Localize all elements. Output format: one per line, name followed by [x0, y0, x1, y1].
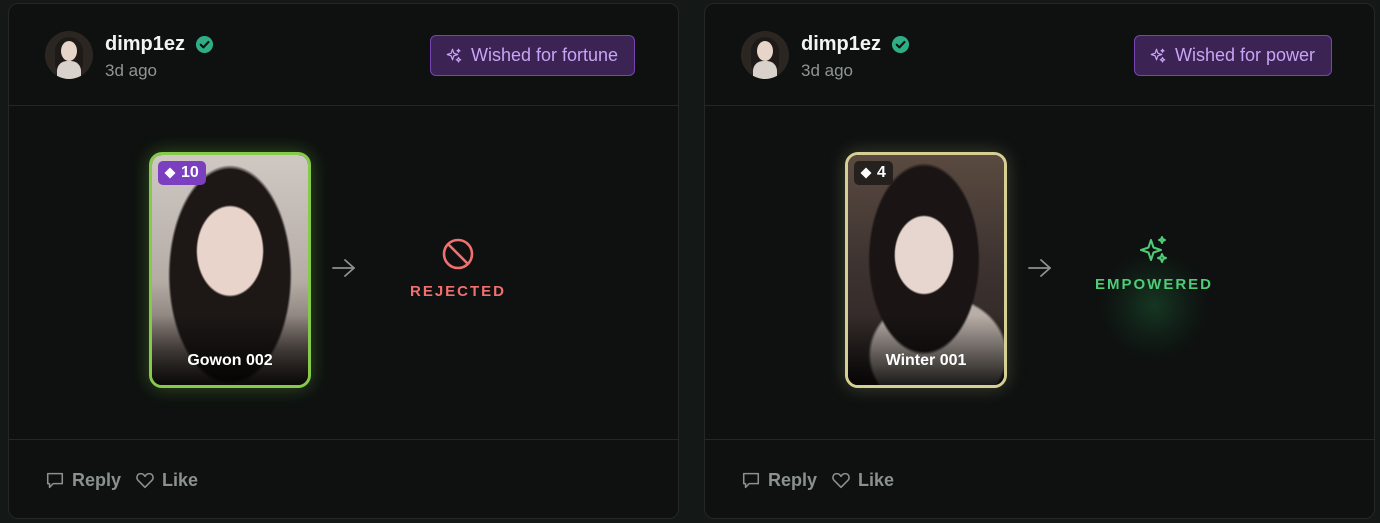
idol-card[interactable]: 10 Gowon 002 — [149, 152, 311, 388]
card-level-badge: 4 — [854, 161, 893, 185]
outcome-rejected: REJECTED — [378, 237, 538, 300]
post-time: 3d ago — [105, 61, 157, 80]
reply-button[interactable]: Reply — [45, 469, 121, 491]
post-footer: Reply Like — [705, 441, 1374, 518]
post-card: dimp1ez 3d ago Wished for fortune 10 Gow… — [8, 3, 679, 519]
card-level: 4 — [877, 164, 886, 181]
post-card: dimp1ez 3d ago Wished for power 4 Winter… — [704, 3, 1375, 519]
like-label: Like — [162, 469, 199, 490]
post-footer: Reply Like — [9, 441, 678, 518]
wish-label: Wished for power — [1175, 45, 1316, 65]
like-label: Like — [858, 469, 895, 490]
avatar[interactable] — [45, 31, 93, 79]
arrow-right-icon — [332, 259, 355, 277]
user-name[interactable]: dimp1ez — [105, 33, 185, 56]
idol-card[interactable]: 4 Winter 001 — [845, 152, 1007, 388]
heart-icon — [832, 472, 850, 489]
like-button[interactable]: Like — [135, 469, 198, 491]
card-level-badge: 10 — [158, 161, 206, 185]
like-button[interactable]: Like — [831, 469, 894, 491]
sparkles-icon — [446, 48, 462, 63]
wish-badge: Wished for fortune — [430, 35, 636, 76]
card-name: Gowon 002 — [187, 352, 273, 369]
card-name: Winter 001 — [885, 352, 967, 369]
post-body: 10 Gowon 002 REJECTED — [9, 107, 678, 440]
heart-icon — [136, 472, 154, 489]
diamond-icon — [164, 167, 176, 179]
outcome-empowered: EMPOWERED — [1074, 234, 1234, 360]
arrow-right-icon — [1028, 259, 1051, 277]
verified-icon — [195, 35, 214, 54]
avatar[interactable] — [741, 31, 789, 79]
wish-badge: Wished for power — [1134, 35, 1333, 76]
card-level: 10 — [181, 164, 199, 181]
reply-button[interactable]: Reply — [741, 469, 817, 491]
wish-label: Wished for fortune — [471, 45, 619, 65]
diamond-icon — [860, 167, 872, 179]
outcome-label: REJECTED — [409, 283, 507, 300]
user-name[interactable]: dimp1ez — [801, 33, 881, 56]
reply-label: Reply — [768, 469, 818, 490]
post-body: 4 Winter 001 EMPOWERED — [705, 107, 1374, 440]
comment-icon — [742, 472, 760, 489]
reply-label: Reply — [72, 469, 122, 490]
sparkles-icon — [1150, 48, 1166, 63]
post-header: dimp1ez 3d ago Wished for fortune — [9, 4, 678, 106]
prohibited-icon — [442, 238, 474, 270]
comment-icon — [46, 472, 64, 489]
sparkles-icon — [1140, 236, 1167, 263]
post-time: 3d ago — [801, 61, 853, 80]
outcome-label: EMPOWERED — [1094, 276, 1213, 293]
post-header: dimp1ez 3d ago Wished for power — [705, 4, 1374, 106]
verified-icon — [891, 35, 910, 54]
